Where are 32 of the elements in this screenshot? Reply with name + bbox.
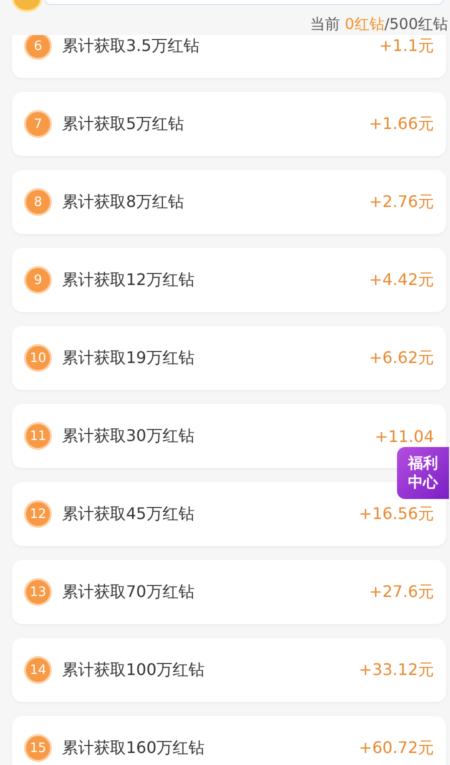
step-number: 6 [26, 35, 50, 58]
step-number: 8 [26, 190, 50, 214]
reward-amount: +11.04 [374, 426, 434, 446]
step-number: 14 [26, 658, 50, 682]
step-number: 11 [26, 424, 50, 448]
reward-amount: +2.76元 [368, 192, 434, 212]
task-title: 累计获取12万红钻 [62, 270, 196, 290]
reward-amount: +60.72元 [358, 738, 434, 758]
step-number: 15 [26, 736, 50, 760]
task-title: 累计获取70万红钻 [62, 582, 196, 602]
reward-amount: +6.62元 [368, 348, 434, 368]
step-number: 12 [26, 502, 50, 526]
task-title: 累计获取8万红钻 [62, 192, 186, 212]
task-title: 累计获取19万红钻 [62, 348, 196, 368]
task-title: 累计获取5万红钻 [62, 114, 186, 134]
task-title: 累计获取3.5万红钻 [62, 36, 200, 56]
step-number: 7 [26, 112, 50, 136]
reward-amount: +33.12元 [358, 660, 434, 680]
step-number: 13 [26, 580, 50, 604]
reward-amount: +27.6元 [368, 582, 434, 602]
reward-amount: +4.42元 [368, 270, 434, 290]
task-title: 累计获取100万红钻 [62, 660, 206, 680]
task-title: 累计获取160万红钻 [62, 738, 206, 758]
step-number: 9 [26, 268, 50, 292]
reward-amount: +1.1元 [379, 36, 434, 56]
task-title: 累计获取30万红钻 [62, 426, 196, 446]
task-title: 累计获取45万红钻 [62, 504, 196, 524]
reward-amount: +16.56元 [358, 504, 434, 524]
reward-amount: +1.66元 [368, 114, 434, 134]
welfare-center-button[interactable]: 福利中心 [397, 447, 449, 499]
diamond-count: 当前 0红钻/500红钻 [310, 15, 448, 34]
step-number: 10 [26, 346, 50, 370]
